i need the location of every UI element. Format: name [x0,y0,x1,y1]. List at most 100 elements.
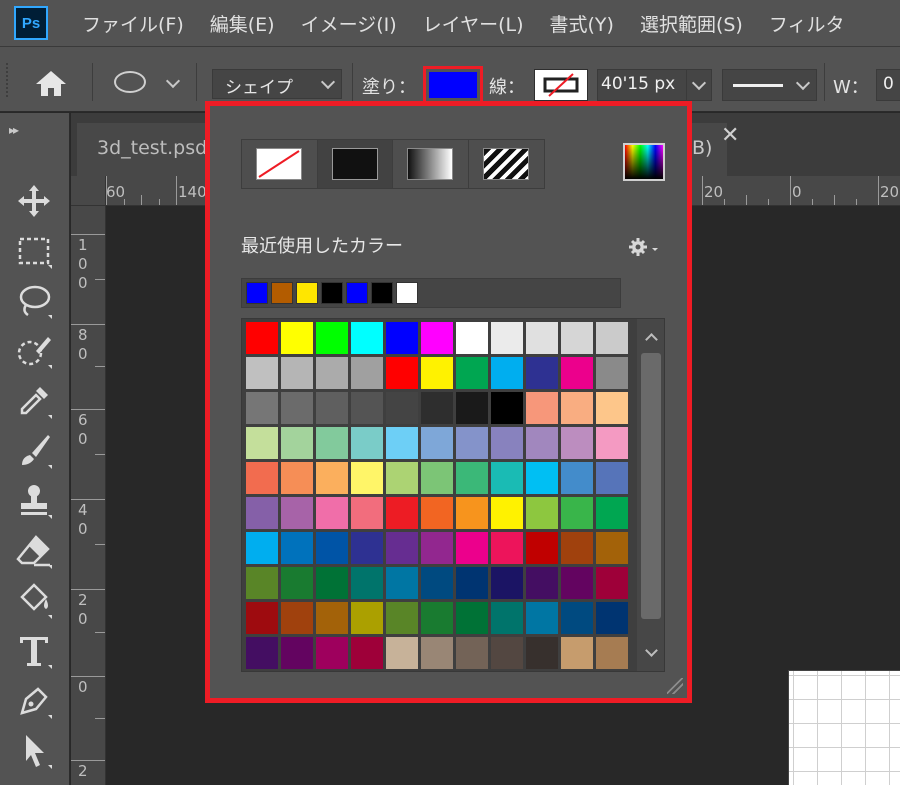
gear-icon[interactable] [628,237,662,257]
color-swatch[interactable] [526,602,558,634]
color-swatch[interactable] [491,567,523,599]
color-swatch[interactable] [351,322,383,354]
color-swatch[interactable] [491,532,523,564]
color-swatch[interactable] [421,532,453,564]
color-swatch[interactable] [246,427,278,459]
color-swatch[interactable] [596,532,628,564]
color-swatch[interactable] [421,392,453,424]
color-swatch[interactable] [351,602,383,634]
color-swatch[interactable] [281,462,313,494]
color-swatch[interactable] [246,637,278,669]
color-swatch[interactable] [386,427,418,459]
color-swatch[interactable] [456,392,488,424]
color-swatch[interactable] [246,497,278,529]
quick-select-tool-icon[interactable] [14,331,54,371]
color-picker-button[interactable] [623,143,665,181]
paint-bucket-tool-icon[interactable] [14,581,54,621]
color-swatch[interactable] [386,357,418,389]
color-swatch[interactable] [246,462,278,494]
color-swatch[interactable] [596,637,628,669]
color-swatch[interactable] [281,322,313,354]
color-swatch[interactable] [351,427,383,459]
color-swatch[interactable] [491,462,523,494]
stroke-style-select[interactable] [722,69,817,101]
color-swatch[interactable] [596,497,628,529]
color-swatch[interactable] [421,322,453,354]
color-swatch[interactable] [491,637,523,669]
color-swatch[interactable] [246,532,278,564]
color-swatch[interactable] [246,357,278,389]
color-swatch[interactable] [316,567,348,599]
color-swatch[interactable] [351,462,383,494]
ellipse-tool-icon[interactable] [114,71,146,93]
chevron-down-icon[interactable] [165,73,181,89]
color-swatch[interactable] [281,532,313,564]
solid-color-button[interactable] [317,140,393,188]
color-swatch[interactable] [526,462,558,494]
shape-mode-select[interactable]: シェイプ [212,69,342,99]
color-swatch[interactable] [316,602,348,634]
color-swatch[interactable] [596,357,628,389]
color-swatch[interactable] [526,392,558,424]
color-swatch[interactable] [491,427,523,459]
stroke-size-field[interactable]: 40'15 px [597,69,712,101]
color-swatch[interactable] [456,497,488,529]
color-swatch[interactable] [561,567,593,599]
lasso-tool-icon[interactable] [14,281,54,321]
menu-file[interactable]: ファイル(F) [82,10,184,37]
color-swatch[interactable] [316,427,348,459]
marquee-tool-icon[interactable] [14,231,54,271]
color-swatch[interactable] [386,532,418,564]
color-swatch[interactable] [421,602,453,634]
color-swatch[interactable] [526,532,558,564]
color-swatch[interactable] [351,532,383,564]
scroll-down-icon[interactable] [645,644,658,657]
color-swatch[interactable] [281,392,313,424]
color-swatch[interactable] [281,497,313,529]
color-swatch[interactable] [246,322,278,354]
color-swatch[interactable] [421,637,453,669]
scroll-up-icon[interactable] [645,333,658,346]
color-swatch[interactable] [316,357,348,389]
color-swatch[interactable] [456,567,488,599]
color-swatch[interactable] [421,567,453,599]
color-swatch[interactable] [421,427,453,459]
color-swatch[interactable] [491,602,523,634]
color-swatch[interactable] [596,462,628,494]
color-swatch[interactable] [561,322,593,354]
color-swatch[interactable] [281,427,313,459]
brush-tool-icon[interactable] [14,431,54,471]
recent-color-swatch[interactable] [371,282,393,304]
no-color-button[interactable] [242,140,318,188]
vertical-scrollbar[interactable] [637,319,664,671]
menu-layer[interactable]: レイヤー(L) [423,10,524,37]
document-canvas[interactable] [788,670,900,785]
color-swatch[interactable] [561,637,593,669]
color-swatch[interactable] [596,567,628,599]
recent-color-swatch[interactable] [246,282,268,304]
color-swatch[interactable] [491,322,523,354]
color-swatch[interactable] [526,357,558,389]
color-swatch[interactable] [316,462,348,494]
color-swatch[interactable] [526,322,558,354]
color-swatch[interactable] [316,322,348,354]
color-swatch[interactable] [456,637,488,669]
recent-color-swatch[interactable] [346,282,368,304]
color-swatch[interactable] [561,392,593,424]
color-swatch[interactable] [526,637,558,669]
gradient-button[interactable] [393,140,469,188]
eyedropper-tool-icon[interactable] [14,381,54,421]
color-swatch[interactable] [456,357,488,389]
home-icon[interactable] [34,69,68,97]
color-swatch[interactable] [281,567,313,599]
recent-color-swatch[interactable] [271,282,293,304]
color-swatch[interactable] [561,602,593,634]
color-swatch[interactable] [456,532,488,564]
color-swatch[interactable] [386,602,418,634]
color-swatch[interactable] [596,322,628,354]
color-swatch[interactable] [386,322,418,354]
color-swatch[interactable] [386,567,418,599]
color-swatch[interactable] [491,357,523,389]
color-swatch[interactable] [526,497,558,529]
fill-color-swatch[interactable] [423,66,483,104]
